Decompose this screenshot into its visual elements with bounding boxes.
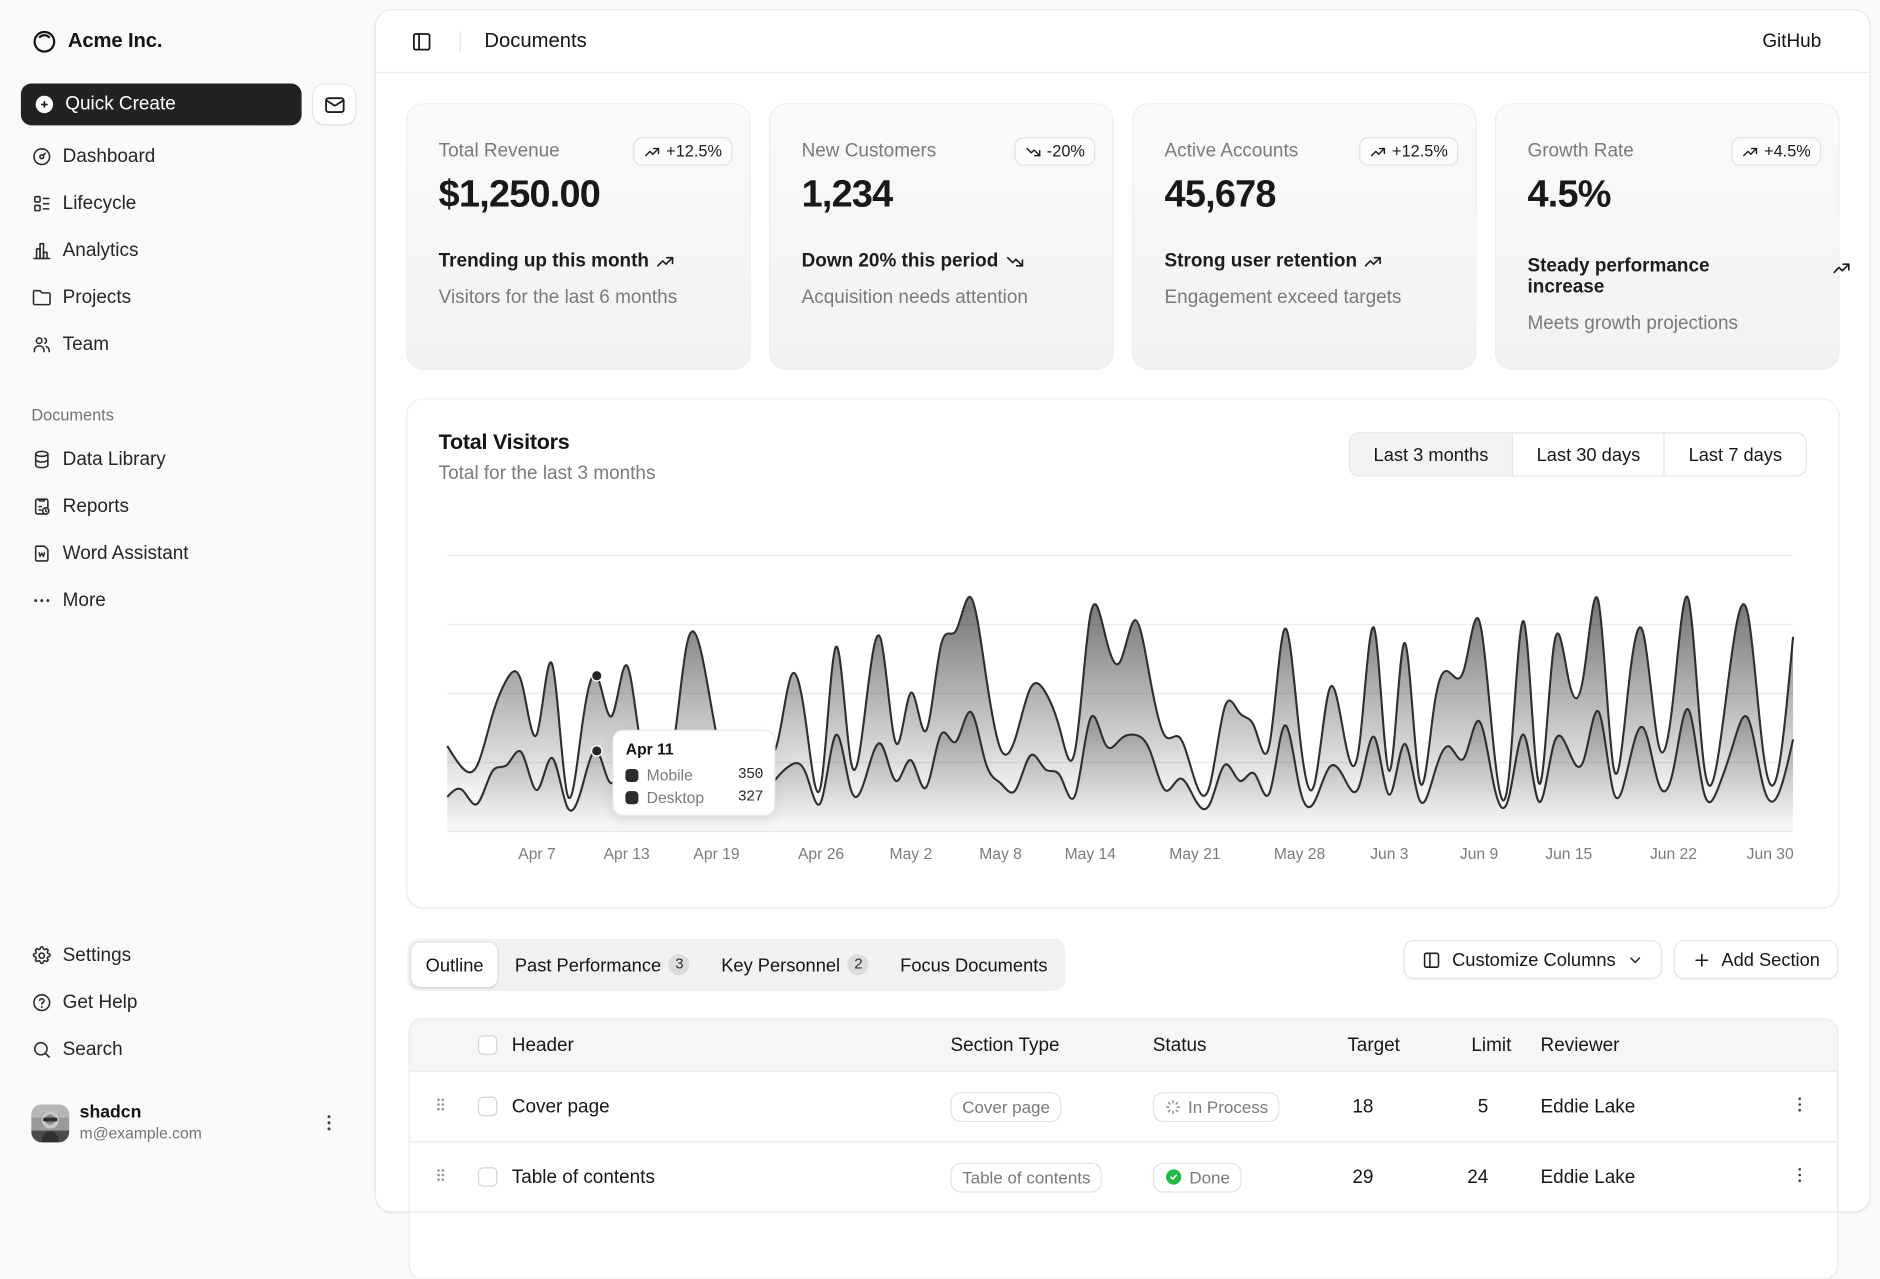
svg-text:Apr 26: Apr 26 [797, 846, 843, 863]
svg-text:May 2: May 2 [889, 846, 932, 863]
svg-text:Jun 30: Jun 30 [1746, 846, 1793, 863]
svg-text:Jun 15: Jun 15 [1545, 846, 1592, 863]
svg-text:May 8: May 8 [979, 846, 1022, 863]
svg-text:Apr 19: Apr 19 [693, 846, 739, 863]
svg-text:Jun 9: Jun 9 [1459, 846, 1497, 863]
svg-text:Jun 22: Jun 22 [1649, 846, 1696, 863]
svg-text:May 14: May 14 [1064, 846, 1116, 863]
svg-text:May 28: May 28 [1273, 846, 1325, 863]
svg-text:Jun 3: Jun 3 [1370, 846, 1409, 863]
svg-text:Apr 13: Apr 13 [603, 846, 649, 863]
svg-text:May 21: May 21 [1169, 846, 1220, 863]
svg-text:Apr 7: Apr 7 [518, 846, 555, 863]
